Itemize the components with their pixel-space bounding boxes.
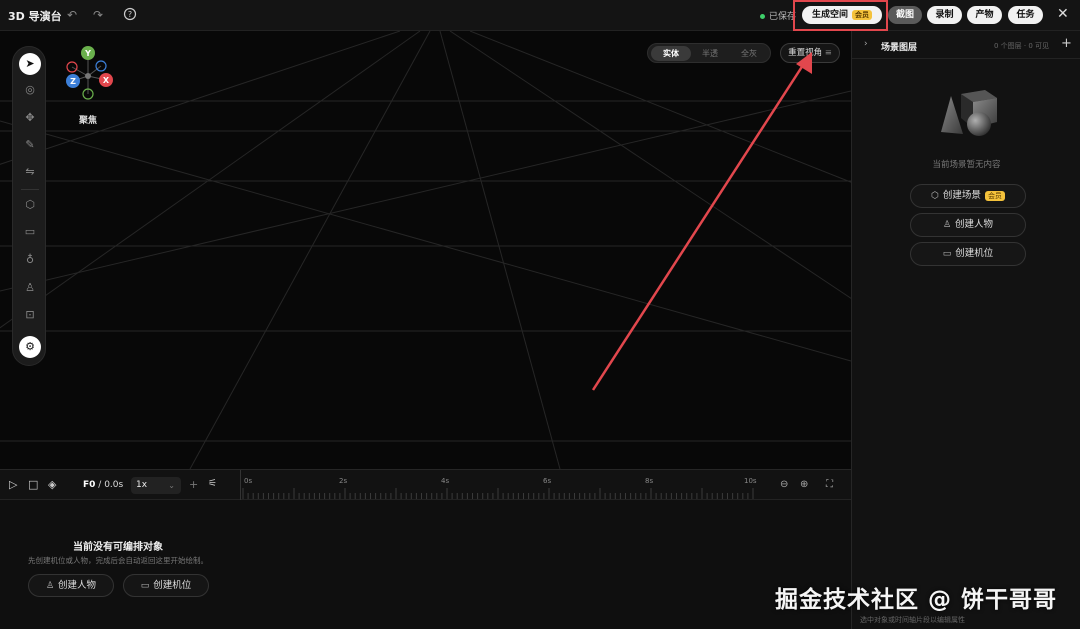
watermark-text: 掘金技术社区 @ 饼干哥哥 bbox=[775, 587, 1058, 613]
saved-dot-icon bbox=[760, 14, 765, 19]
tick-label: 10s bbox=[744, 477, 757, 485]
chevron-right-icon[interactable]: › bbox=[864, 39, 868, 49]
select-tool-icon[interactable]: ➤ bbox=[19, 53, 41, 75]
empty-scene-text: 当前场景暂无内容 bbox=[932, 160, 1001, 170]
zoom-in-icon[interactable]: ⊕ bbox=[800, 479, 808, 490]
pen-tool-icon[interactable]: ✎ bbox=[18, 134, 42, 156]
tick-label: 2s bbox=[339, 477, 348, 485]
svg-text:?: ? bbox=[128, 10, 132, 19]
help-icon[interactable]: ? bbox=[122, 7, 138, 23]
axis-x-label: X bbox=[103, 76, 110, 85]
reset-view-button[interactable]: 重置视角 ≡ bbox=[780, 43, 840, 63]
keyframe-icon[interactable]: ◈ bbox=[48, 478, 56, 491]
axis-y-label: Y bbox=[84, 49, 91, 58]
tool-sidebar: ➤ ◎ ✥ ✎ ⇋ ⬡ ▭ ♁ ♙ ⊡ ⚙ bbox=[12, 46, 46, 366]
tick-label: 0s bbox=[244, 477, 253, 485]
cube-tool-icon[interactable]: ⬡ bbox=[18, 194, 42, 216]
timeline-create-person-button[interactable]: ♙ 创建人物 bbox=[28, 574, 114, 597]
person-icon: ♙ bbox=[942, 220, 952, 230]
timeline-create-camera-button[interactable]: ▭ 创建机位 bbox=[123, 574, 209, 597]
frame-readout: F0 / 0.0s bbox=[83, 480, 124, 490]
menu-icon: ≡ bbox=[824, 48, 832, 58]
timeline-toolbar: ▷ □ ◈ F0 / 0.0s 1x ⌄ + ⚟ 0s 2s 4s 6s 8s 1… bbox=[0, 470, 851, 500]
ruler-ticks bbox=[242, 488, 754, 499]
move-tool-icon[interactable]: ✥ bbox=[18, 107, 42, 129]
vip-badge: 会员 bbox=[984, 190, 1005, 201]
mode-gray[interactable]: 全灰 bbox=[729, 46, 769, 61]
panel-title: 场景图层 bbox=[881, 43, 918, 53]
panel-footer-hint: 选中对象或时间轴片段以编辑属性 bbox=[860, 616, 965, 624]
add-track-icon[interactable]: + bbox=[189, 478, 198, 491]
axis-gizmo[interactable]: Y X Z bbox=[60, 43, 120, 105]
mode-translucent[interactable]: 半透 bbox=[690, 46, 730, 61]
timeline-empty-title: 当前没有可编排对象 bbox=[73, 542, 163, 553]
timeline-empty-hint: 先创建机位或人物，完成后会自动返回这里开始绘制。 bbox=[28, 556, 208, 565]
tasks-button[interactable]: 任务 bbox=[1008, 6, 1043, 24]
tick-label: 6s bbox=[543, 477, 552, 485]
panel-header: › 场景图层 0 个图层 · 0 可见 + bbox=[852, 31, 1080, 59]
scene-layers-panel: › 场景图层 0 个图层 · 0 可见 + 当前场景暂无内容 ⬡ 创建场景 会员 ♙… bbox=[851, 31, 1080, 629]
speed-select[interactable]: 1x ⌄ bbox=[131, 477, 181, 494]
track-settings-icon[interactable]: ⚟ bbox=[208, 478, 217, 489]
close-icon[interactable]: ✕ bbox=[1057, 6, 1069, 22]
3d-viewport[interactable]: ➤ ◎ ✥ ✎ ⇋ ⬡ ▭ ♁ ♙ ⊡ ⚙ Y X Z 聚焦 实体 半透 全灰 … bbox=[0, 31, 851, 469]
saved-status: 已保存 bbox=[760, 9, 796, 22]
tick-label: 8s bbox=[645, 477, 654, 485]
orbit-tool-icon[interactable]: ◎ bbox=[18, 79, 42, 101]
fullscreen-icon[interactable]: ⛶ bbox=[826, 479, 833, 490]
camera-icon: ▭ bbox=[140, 581, 150, 591]
stop-icon[interactable]: □ bbox=[28, 478, 38, 491]
chevron-down-icon: ⌄ bbox=[168, 481, 175, 490]
light-tool-icon[interactable]: ♁ bbox=[18, 249, 42, 271]
annotation-highlight-box bbox=[793, 0, 888, 31]
mode-solid[interactable]: 实体 bbox=[651, 46, 691, 61]
timeline-ruler[interactable]: 0s 2s 4s 6s 8s 10s bbox=[240, 470, 761, 500]
play-icon[interactable]: ▷ bbox=[9, 478, 17, 491]
record-button[interactable]: 录制 bbox=[927, 6, 962, 24]
timeline-panel: ▷ □ ◈ F0 / 0.0s 1x ⌄ + ⚟ 0s 2s 4s 6s 8s 1… bbox=[0, 469, 851, 629]
product-button[interactable]: 产物 bbox=[967, 6, 1002, 24]
redo-icon[interactable]: ↷ bbox=[90, 7, 106, 23]
camera-icon: ▭ bbox=[942, 249, 952, 259]
add-layer-icon[interactable]: + bbox=[1061, 36, 1072, 51]
display-mode-toggle: 实体 半透 全灰 bbox=[647, 43, 771, 63]
screenshot-button[interactable]: 截图 bbox=[888, 6, 922, 24]
create-scene-button[interactable]: ⬡ 创建场景 会员 bbox=[910, 184, 1026, 208]
import-tool-icon[interactable]: ⊡ bbox=[18, 304, 42, 326]
top-bar: 3D 导演台 ↶ ↷ ? 已保存 生成空间 会员 截图 录制 产物 任务 ✕ bbox=[0, 0, 1080, 31]
create-camera-button[interactable]: ▭ 创建机位 bbox=[910, 242, 1026, 266]
transform-tool-icon[interactable]: ⇋ bbox=[18, 161, 42, 183]
empty-scene-shapes-icon bbox=[941, 90, 997, 136]
zoom-out-icon[interactable]: ⊖ bbox=[780, 479, 788, 490]
app-title: 3D 导演台 bbox=[8, 10, 62, 23]
undo-icon[interactable]: ↶ bbox=[64, 7, 80, 23]
cube-icon: ⬡ bbox=[931, 191, 939, 201]
layer-count: 0 个图层 · 0 可见 bbox=[994, 42, 1050, 50]
person-icon: ♙ bbox=[45, 581, 55, 591]
camera-tool-icon[interactable]: ▭ bbox=[18, 221, 42, 243]
toolbar-divider bbox=[21, 189, 39, 190]
settings-tool-icon[interactable]: ⚙ bbox=[19, 336, 41, 358]
person-tool-icon[interactable]: ♙ bbox=[18, 277, 42, 299]
ground-grid bbox=[0, 31, 851, 469]
axis-z-label: Z bbox=[70, 77, 76, 86]
focus-label[interactable]: 聚焦 bbox=[79, 113, 97, 126]
tick-label: 4s bbox=[441, 477, 450, 485]
create-person-button[interactable]: ♙ 创建人物 bbox=[910, 213, 1026, 237]
